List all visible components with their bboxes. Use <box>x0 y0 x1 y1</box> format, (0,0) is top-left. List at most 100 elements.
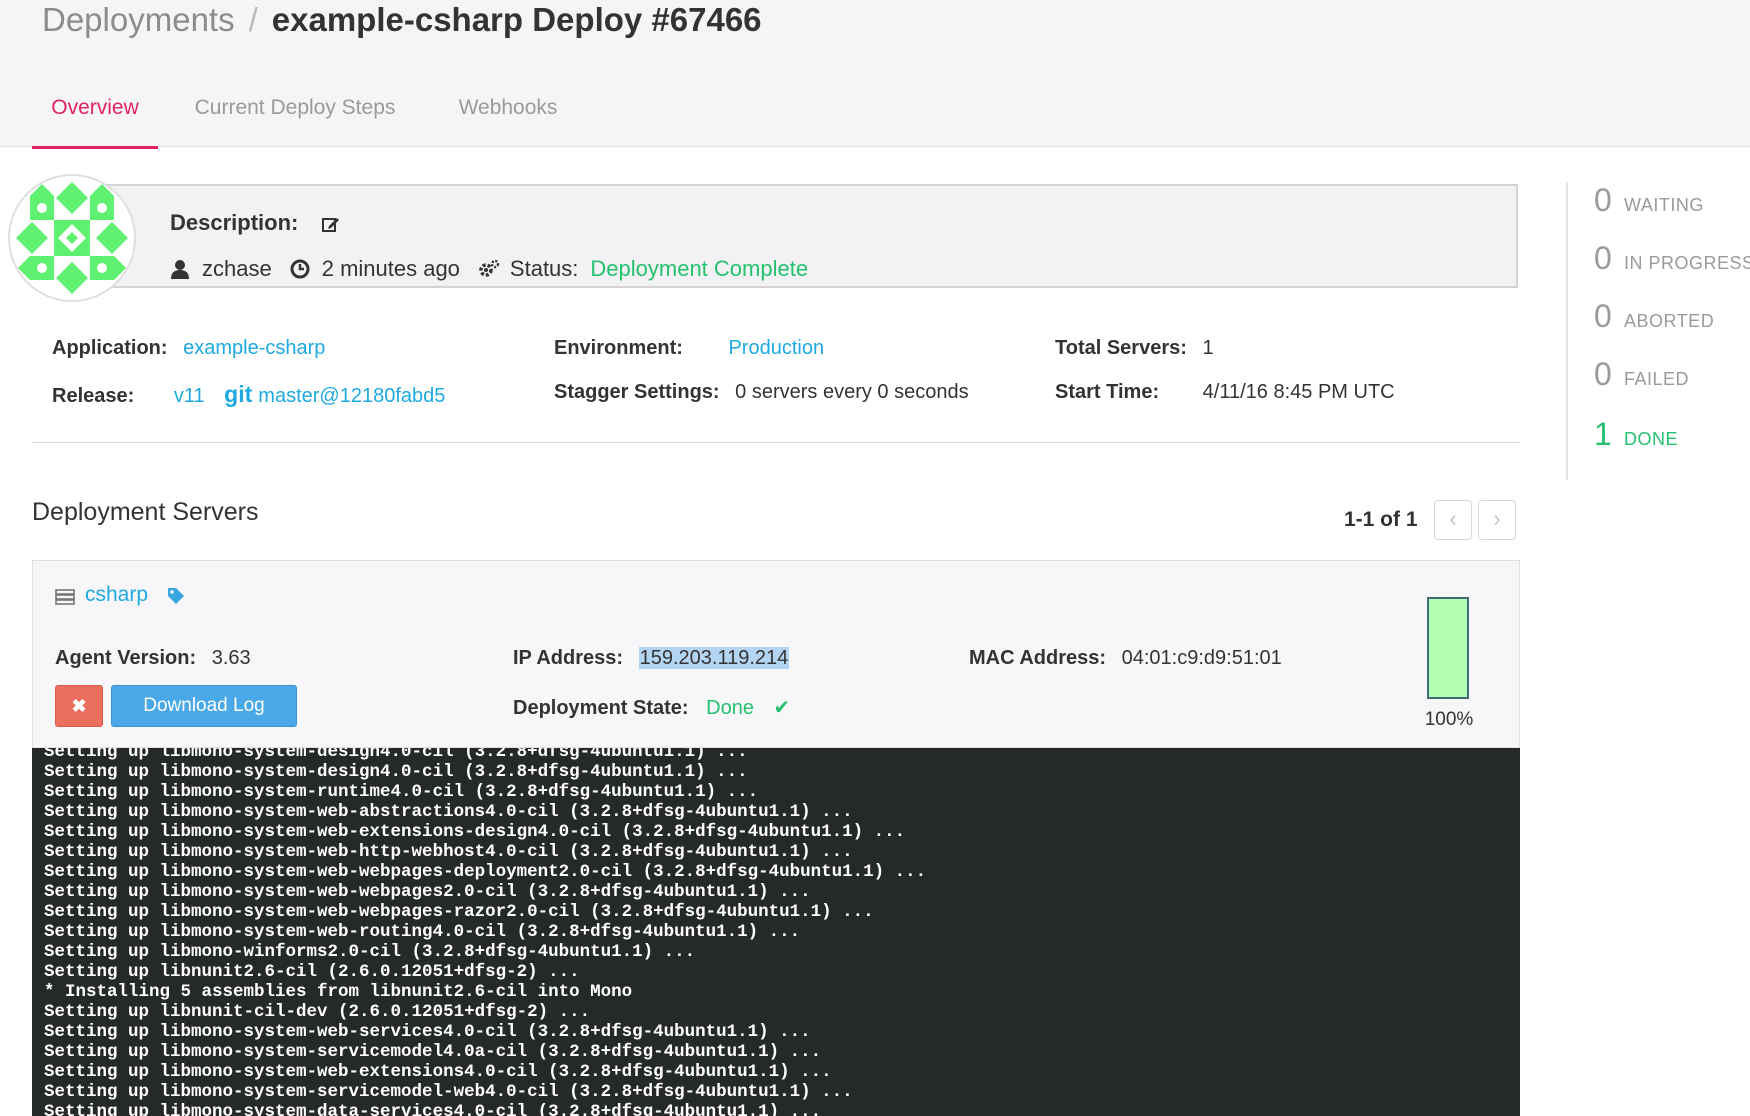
deploy-user[interactable]: zchase <box>202 256 272 282</box>
console-line: Setting up libmono-system-runtime4.0-cil… <box>44 782 759 802</box>
prev-page-button[interactable]: ‹ <box>1434 500 1472 540</box>
console-line: Setting up libnunit-cil-dev (2.6.0.12051… <box>44 1002 591 1022</box>
deployment-state-row: Deployment State: Done ✔ <box>513 695 790 720</box>
console-line: Setting up libmono-system-web-abstractio… <box>44 802 853 822</box>
console-output: Setting up libmono-system-design4.0-cil … <box>32 748 926 1116</box>
agent-version-row: Agent Version: 3.63 <box>55 647 251 670</box>
stat-failed: 0 FAILED <box>1594 356 1689 396</box>
console-line: Setting up libmono-system-web-webpages2.… <box>44 882 811 902</box>
release-version-link[interactable]: v11 <box>174 385 205 407</box>
progress-bar <box>1427 597 1469 699</box>
release-label: Release: <box>52 385 135 407</box>
console-line: Setting up libmono-system-web-http-webho… <box>44 842 853 862</box>
gears-icon <box>478 259 500 279</box>
download-log-button[interactable]: Download Log <box>111 685 297 727</box>
next-page-button[interactable]: › <box>1478 500 1516 540</box>
console-line: Setting up libmono-system-web-extensions… <box>44 822 906 842</box>
stagger-label: Stagger Settings: <box>554 381 720 403</box>
start-time-row: Start Time: 4/11/16 8:45 PM UTC <box>1055 381 1395 404</box>
page-title: example-csharp Deploy #67466 <box>271 1 762 38</box>
breadcrumb: Deployments / example-csharp Deploy #67466 <box>42 0 762 40</box>
console-line: Setting up libmono-system-web-webpages-r… <box>44 902 874 922</box>
cancel-server-button[interactable]: ✖ <box>55 685 103 727</box>
deployment-state-label: Deployment State: <box>513 697 689 719</box>
start-time-label: Start Time: <box>1055 381 1160 403</box>
tab-webhooks[interactable]: Webhooks <box>450 80 566 146</box>
total-servers-value: 1 <box>1202 337 1214 359</box>
stat-aborted: 0 ABORTED <box>1594 298 1714 338</box>
stat-count: 0 <box>1594 240 1612 276</box>
console-line: Setting up libmono-system-web-services4.… <box>44 1022 811 1042</box>
console-line: Setting up libnunit2.6-cil (2.6.0.12051+… <box>44 962 580 982</box>
server-name[interactable]: csharp <box>85 583 148 607</box>
stat-done: 1 DONE <box>1594 416 1678 456</box>
agent-version-value: 3.63 <box>211 647 251 669</box>
ip-address-row: IP Address: 159.203.119.214 <box>513 647 790 670</box>
release-row: Release: v11 git master@12180fabd5 <box>52 381 445 408</box>
git-icon: git <box>224 381 253 407</box>
server-card: csharp Agent Version: 3.63 IP Address: 1… <box>32 560 1520 748</box>
environment-label: Environment: <box>554 337 683 359</box>
console-line: Setting up libmono-system-web-routing4.0… <box>44 922 801 942</box>
start-time-value: 4/11/16 8:45 PM UTC <box>1202 381 1395 403</box>
agent-version-label: Agent Version: <box>55 647 197 669</box>
console-line: Setting up libmono-system-servicemodel-w… <box>44 1082 853 1102</box>
deployment-state-value: Done <box>706 697 754 719</box>
stat-waiting: 0 WAITING <box>1594 182 1704 222</box>
stat-count: 0 <box>1594 182 1612 218</box>
server-name-link[interactable]: csharp <box>55 583 148 607</box>
release-ref-link[interactable]: master@12180fabd5 <box>258 385 445 407</box>
console-line: Setting up libmono-system-design4.0-cil … <box>44 762 748 782</box>
deploy-stats: 0 WAITING 0 IN PROGRESS 0 ABORTED 0 FAIL… <box>1566 182 1750 480</box>
application-link[interactable]: example-csharp <box>183 337 325 359</box>
mac-address-row: MAC Address: 04:01:c9:d9:51:01 <box>969 647 1282 670</box>
tag-icon[interactable] <box>167 587 185 605</box>
ip-address-value[interactable]: 159.203.119.214 <box>638 647 790 669</box>
divider <box>32 442 1520 443</box>
stagger-value: 0 servers every 0 seconds <box>735 381 969 403</box>
deploy-log-console[interactable]: Setting up libmono-system-design4.0-cil … <box>32 748 1520 1116</box>
status-label: Status: <box>509 256 579 281</box>
console-line: Setting up libmono-system-web-webpages-d… <box>44 862 927 882</box>
deploy-time: 2 minutes ago <box>321 256 460 281</box>
stat-label: ABORTED <box>1624 311 1715 331</box>
server-icon <box>55 587 75 605</box>
mac-address-label: MAC Address: <box>969 647 1107 669</box>
console-line: Setting up libmono-system-servicemodel4.… <box>44 1042 822 1062</box>
console-line: Setting up libmono-system-design4.0-cil … <box>44 748 748 762</box>
deploy-meta: zchase 2 minutes ago Status: Deployment … <box>170 256 808 282</box>
environment-link[interactable]: Production <box>728 337 824 359</box>
deploy-summary: Description: zchase 2 minutes ago Status… <box>100 184 1518 288</box>
application-label: Application: <box>52 337 168 359</box>
stagger-row: Stagger Settings: 0 servers every 0 seco… <box>554 381 969 404</box>
breadcrumb-separator: / <box>248 1 258 38</box>
console-line: Setting up libmono-system-web-extensions… <box>44 1062 832 1082</box>
tab-overview[interactable]: Overview <box>32 80 158 149</box>
user-icon <box>170 259 190 279</box>
tab-current-deploy-steps[interactable]: Current Deploy Steps <box>190 80 400 146</box>
stat-label: DONE <box>1624 429 1679 449</box>
release-git-ref[interactable]: git master@12180fabd5 <box>224 381 445 407</box>
page-header: Deployments / example-csharp Deploy #67466… <box>0 0 1750 149</box>
progress-bar-fill <box>1429 599 1467 697</box>
edit-icon[interactable] <box>322 215 340 233</box>
section-title: Deployment Servers <box>32 498 259 526</box>
pagination-text: 1-1 of 1 <box>1344 508 1418 531</box>
mac-address-value: 04:01:c9:d9:51:01 <box>1121 647 1282 669</box>
application-row: Application: example-csharp <box>52 337 325 360</box>
console-line: Setting up libmono-system-data-services4… <box>44 1102 822 1116</box>
progress-label: 100% <box>1424 709 1474 730</box>
stat-label: WAITING <box>1624 195 1704 215</box>
stat-label: IN PROGRESS <box>1624 253 1750 273</box>
ip-address-label: IP Address: <box>513 647 624 669</box>
check-icon: ✔ <box>773 697 791 719</box>
console-line: * Installing 5 assemblies from libnunit2… <box>44 982 633 1002</box>
breadcrumb-deployments[interactable]: Deployments <box>42 1 235 38</box>
stat-count: 0 <box>1594 356 1612 392</box>
clock-icon <box>290 259 310 279</box>
avatar <box>8 174 136 302</box>
console-line: Setting up libmono-winforms2.0-cil (3.2.… <box>44 942 696 962</box>
stat-count: 0 <box>1594 298 1612 334</box>
total-servers-row: Total Servers: 1 <box>1055 337 1214 360</box>
stat-count: 1 <box>1594 416 1612 452</box>
